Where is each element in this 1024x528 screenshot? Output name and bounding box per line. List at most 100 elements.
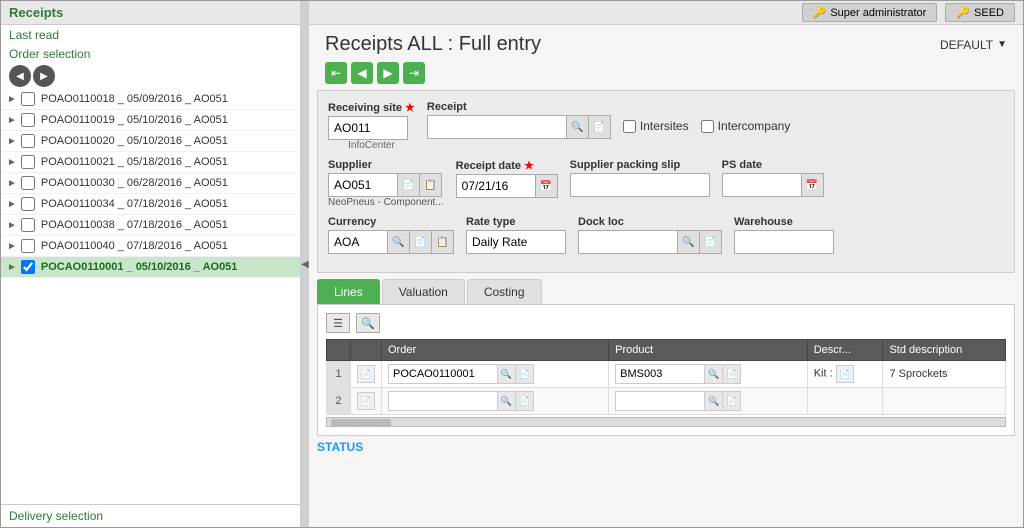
row-2-product-doc-icon[interactable]: 📄 (723, 391, 741, 411)
row-1-product-doc-icon[interactable]: 📄 (723, 364, 741, 384)
item-label: POCAO0110001 _ 05/10/2016 _ AO051 (41, 261, 238, 273)
row-2-doc-icon[interactable]: 📄 (357, 392, 375, 410)
ps-date-input[interactable] (722, 173, 802, 197)
tab-content: ☰ 🔍 Order Product Descr... Std descripti… (317, 304, 1015, 436)
supplier-packing-slip-input[interactable] (570, 173, 710, 197)
form-area: Receiving site ★ InfoCenter Receipt 🔍 📄 (317, 90, 1015, 273)
row-2-order-input[interactable] (388, 391, 498, 411)
receipt-doc-icon[interactable]: 📄 (589, 115, 611, 139)
currency-doc1-icon[interactable]: 📄 (410, 230, 432, 254)
row-1-std-description: 7 Sprockets (883, 361, 1006, 388)
sidebar-item[interactable]: ► POAO0110019 _ 05/10/2016 _ AO051 (1, 110, 300, 131)
row-1-order-doc-icon[interactable]: 📄 (516, 364, 534, 384)
scrollbar-thumb (331, 419, 391, 427)
receipt-search-icon[interactable]: 🔍 (567, 115, 589, 139)
super-admin-btn[interactable]: 🔑 Super administrator (802, 3, 938, 22)
sidebar-prev-btn[interactable]: ◀ (9, 65, 31, 87)
currency-search-icon[interactable]: 🔍 (388, 230, 410, 254)
item-checkbox-8[interactable] (21, 260, 35, 274)
order-selection-label: Order selection (1, 44, 300, 63)
receipt-date-field: Receipt date ★ 📅 (456, 159, 558, 198)
row-1-product-search-icon[interactable]: 🔍 (705, 364, 723, 384)
item-checkbox-3[interactable] (21, 155, 35, 169)
row-1-order-search-icon[interactable]: 🔍 (498, 364, 516, 384)
next-record-btn[interactable]: ▶ (377, 62, 399, 84)
tab-valuation[interactable]: Valuation (382, 279, 465, 304)
seed-label: SEED (974, 7, 1004, 19)
sidebar-item[interactable]: ► POAO0110034 _ 07/18/2016 _ AO051 (1, 194, 300, 215)
sidebar-item[interactable]: ► POAO0110030 _ 06/28/2016 _ AO051 (1, 173, 300, 194)
super-admin-label: Super administrator (830, 7, 926, 19)
dock-loc-search-icon[interactable]: 🔍 (678, 230, 700, 254)
supplier-doc1-icon[interactable]: 📄 (398, 173, 420, 197)
warehouse-label: Warehouse (734, 216, 834, 228)
dock-loc-field: Dock loc 🔍 📄 (578, 216, 722, 254)
delivery-selection-label: Delivery selection (9, 509, 292, 523)
row-2-order-search-icon[interactable]: 🔍 (498, 391, 516, 411)
rate-type-input[interactable] (466, 230, 566, 254)
row-2-order: 🔍 📄 (382, 388, 609, 415)
receipt-input[interactable] (427, 115, 567, 139)
receipt-date-input-group: 📅 (456, 174, 558, 198)
item-checkbox-4[interactable] (21, 176, 35, 190)
expand-arrow-icon: ► (7, 94, 17, 105)
sidebar-next-btn[interactable]: ▶ (33, 65, 55, 87)
sidebar-item[interactable]: ► POCAO0110001 _ 05/10/2016 _ AO051 (1, 257, 300, 278)
row-1-order-input[interactable] (388, 364, 498, 384)
supplier-doc2-icon[interactable]: 📋 (420, 173, 442, 197)
item-checkbox-0[interactable] (21, 92, 35, 106)
seed-icon: 🔑 (956, 6, 970, 19)
first-record-btn[interactable]: ⇤ (325, 62, 347, 84)
row-2-product-search-icon[interactable]: 🔍 (705, 391, 723, 411)
row-1-order: 🔍 📄 (382, 361, 609, 388)
currency-doc2-icon[interactable]: 📋 (432, 230, 454, 254)
warehouse-input[interactable] (734, 230, 834, 254)
table-scroll (326, 417, 1006, 427)
receipt-date-calendar-icon[interactable]: 📅 (536, 174, 558, 198)
row-1-description: Kit : 📄 (807, 361, 883, 388)
last-record-btn[interactable]: ⇥ (403, 62, 425, 84)
sidebar-item[interactable]: ► POAO0110018 _ 05/09/2016 _ AO051 (1, 89, 300, 110)
row-2-product-input[interactable] (615, 391, 705, 411)
row-2-description (807, 388, 883, 415)
row-1-product-input[interactable] (615, 364, 705, 384)
ps-date-calendar-icon[interactable]: 📅 (802, 173, 824, 197)
receipt-date-label: Receipt date ★ (456, 159, 558, 172)
dock-loc-input[interactable] (578, 230, 678, 254)
row-1-doc: 📄 (351, 361, 382, 388)
supplier-input-group: 📄 📋 (328, 173, 444, 197)
table-scrollbar[interactable] (326, 417, 1006, 427)
page-env[interactable]: DEFAULT ▼ (940, 38, 1007, 52)
item-checkbox-2[interactable] (21, 134, 35, 148)
status-label: STATUS (317, 440, 363, 454)
table-search-btn[interactable]: 🔍 (356, 313, 380, 333)
row-1-product: 🔍 📄 (609, 361, 808, 388)
sidebar-item[interactable]: ► POAO0110040 _ 07/18/2016 _ AO051 (1, 236, 300, 257)
item-checkbox-7[interactable] (21, 239, 35, 253)
table-columns-btn[interactable]: ☰ (326, 313, 350, 333)
intersites-checkbox[interactable] (623, 120, 636, 133)
intercompany-checkbox[interactable] (701, 120, 714, 133)
row-1-desc-icon[interactable]: 📄 (836, 365, 854, 383)
col-order: Order (382, 340, 609, 361)
sidebar-item[interactable]: ► POAO0110021 _ 05/18/2016 _ AO051 (1, 152, 300, 173)
sidebar-items-list: ► POAO0110018 _ 05/09/2016 _ AO051 ► POA… (1, 89, 300, 504)
currency-input[interactable] (328, 230, 388, 254)
sidebar-splitter[interactable]: ◀ (301, 1, 309, 527)
sidebar-item[interactable]: ► POAO0110020 _ 05/10/2016 _ AO051 (1, 131, 300, 152)
tab-lines[interactable]: Lines (317, 279, 380, 304)
receipt-date-input[interactable] (456, 174, 536, 198)
dock-loc-doc-icon[interactable]: 📄 (700, 230, 722, 254)
receiving-site-input[interactable] (328, 116, 408, 140)
doc-icon[interactable]: 📄 (357, 365, 375, 383)
sidebar-item[interactable]: ► POAO0110038 _ 07/18/2016 _ AO051 (1, 215, 300, 236)
item-checkbox-5[interactable] (21, 197, 35, 211)
supplier-input[interactable] (328, 173, 398, 197)
seed-btn[interactable]: 🔑 SEED (945, 3, 1015, 22)
prev-record-btn[interactable]: ◀ (351, 62, 373, 84)
item-checkbox-1[interactable] (21, 113, 35, 127)
row-2-order-doc-icon[interactable]: 📄 (516, 391, 534, 411)
item-checkbox-6[interactable] (21, 218, 35, 232)
supplier-packing-slip-field: Supplier packing slip (570, 159, 710, 197)
tab-costing[interactable]: Costing (467, 279, 542, 304)
